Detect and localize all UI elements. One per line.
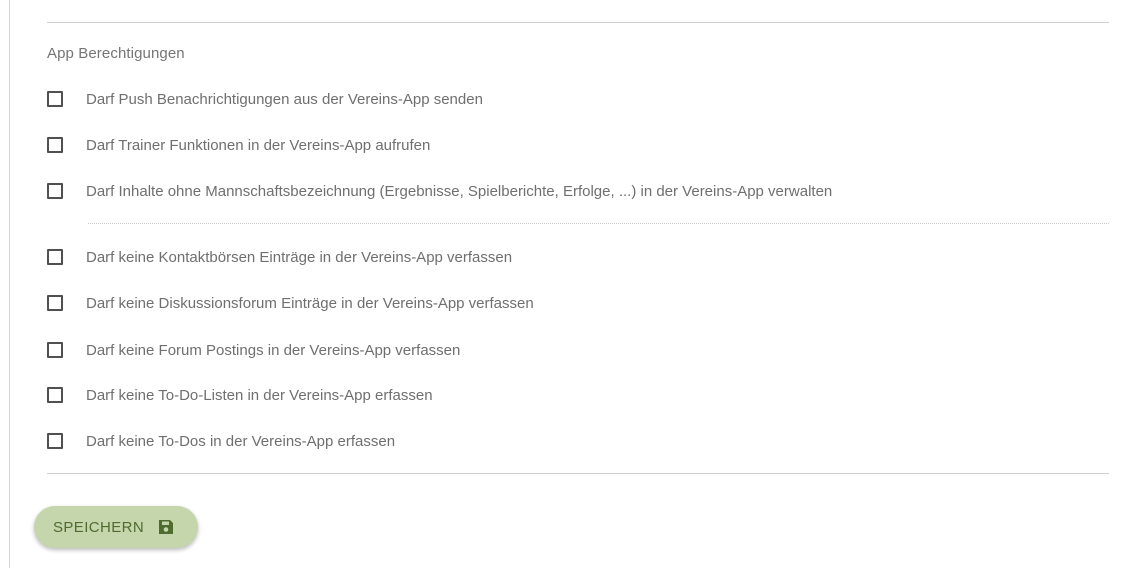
- permission-trainer-functions[interactable]: Darf Trainer Funktionen in der Vereins-A…: [47, 134, 430, 156]
- top-divider: [47, 22, 1109, 23]
- bottom-divider: [47, 473, 1109, 474]
- save-button-label: SPEICHERN: [53, 518, 145, 536]
- restriction-forum-postings[interactable]: Darf keine Forum Postings in der Vereins…: [47, 339, 460, 361]
- checkbox[interactable]: [47, 342, 63, 358]
- option-label: Darf Push Benachrichtigungen aus der Ver…: [86, 90, 483, 108]
- option-label: Darf keine To-Do-Listen in der Vereins-A…: [86, 386, 433, 404]
- checkbox[interactable]: [47, 183, 63, 199]
- option-label: Darf keine Diskussionsforum Einträge in …: [86, 294, 534, 312]
- checkbox[interactable]: [47, 91, 63, 107]
- option-label: Darf keine To-Dos in der Vereins-App erf…: [86, 432, 396, 450]
- checkbox[interactable]: [47, 137, 63, 153]
- permissions-panel: App Berechtigungen Darf Push Benachricht…: [0, 0, 1141, 568]
- restriction-todo-lists[interactable]: Darf keine To-Do-Listen in der Vereins-A…: [47, 384, 433, 406]
- restriction-contact-board[interactable]: Darf keine Kontaktbörsen Einträge in der…: [47, 246, 512, 268]
- option-label: Darf keine Kontaktbörsen Einträge in der…: [86, 248, 513, 266]
- option-label: Darf keine Forum Postings in der Vereins…: [86, 341, 461, 359]
- option-label: Darf Trainer Funktionen in der Vereins-A…: [86, 136, 431, 154]
- section-title: App Berechtigungen: [47, 45, 185, 62]
- checkbox[interactable]: [47, 387, 63, 403]
- dotted-divider: [88, 223, 1109, 224]
- panel-left-border: [9, 0, 10, 568]
- checkbox[interactable]: [47, 433, 63, 449]
- floppy-disk-icon: [158, 519, 174, 535]
- checkbox[interactable]: [47, 249, 63, 265]
- save-button[interactable]: SPEICHERN: [34, 506, 198, 548]
- permission-push-notifications[interactable]: Darf Push Benachrichtigungen aus der Ver…: [47, 88, 483, 110]
- restriction-discussion-forum[interactable]: Darf keine Diskussionsforum Einträge in …: [47, 292, 534, 314]
- option-label: Darf Inhalte ohne Mannschaftsbezeichnung…: [86, 182, 833, 200]
- restriction-todos[interactable]: Darf keine To-Dos in der Vereins-App erf…: [47, 430, 395, 452]
- checkbox[interactable]: [47, 295, 63, 311]
- permission-content-management[interactable]: Darf Inhalte ohne Mannschaftsbezeichnung…: [47, 180, 832, 202]
